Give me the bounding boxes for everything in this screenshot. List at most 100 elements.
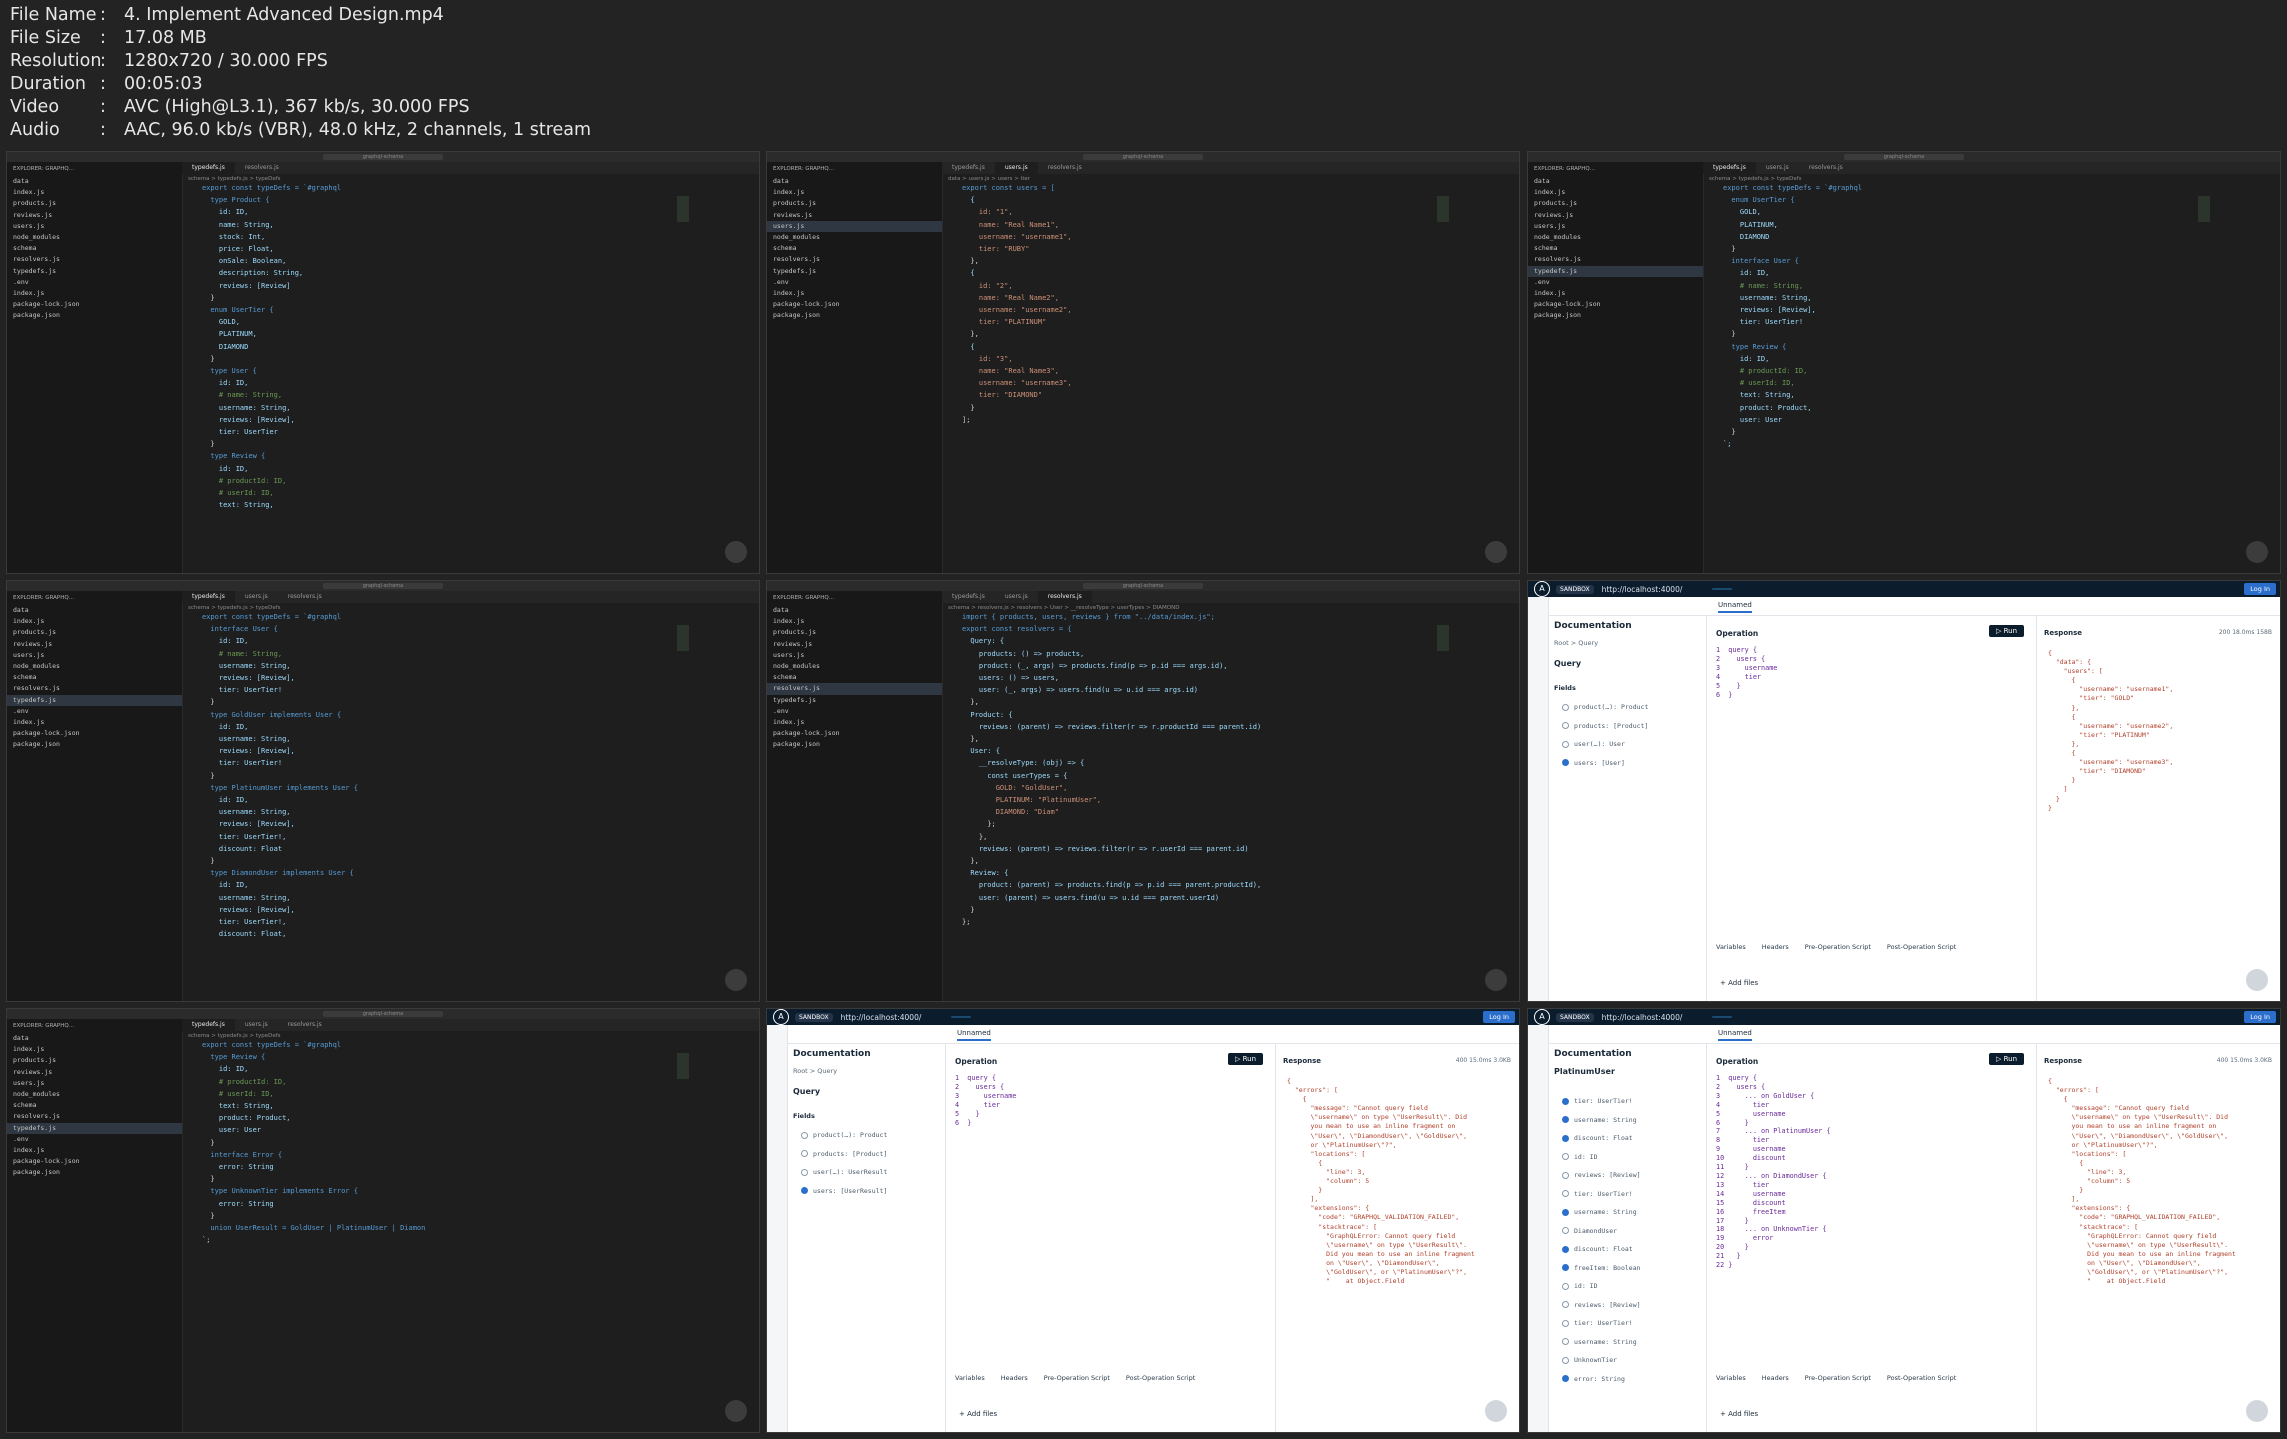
explorer-file[interactable]: package-lock.json <box>7 728 182 739</box>
code-editor[interactable]: import { products, users, reviews } from… <box>962 611 1489 1001</box>
add-files-button[interactable]: + Add files <box>1720 1410 1758 1418</box>
field-checkbox[interactable] <box>1562 1171 1569 1179</box>
variables-tab[interactable]: Pre-Operation Script <box>1044 1374 1110 1382</box>
add-files-button[interactable]: + Add files <box>1720 979 1758 987</box>
editor-tab[interactable]: users.js <box>994 162 1038 174</box>
explorer-file[interactable]: package.json <box>7 1167 182 1178</box>
explorer-file[interactable]: index.js <box>7 616 182 627</box>
command-search[interactable]: graphql-schema <box>1082 154 1204 160</box>
explorer-file[interactable]: reviews.js <box>7 1067 182 1078</box>
endpoint-url[interactable]: http://localhost:4000/ <box>1602 1013 1683 1022</box>
field-checkbox[interactable] <box>1562 1338 1569 1346</box>
explorer-file[interactable]: typedefs.js <box>7 694 182 706</box>
run-button[interactable]: ▷ Run <box>1227 1053 1263 1065</box>
doc-field[interactable]: user(…): UserResult <box>801 1163 945 1182</box>
update-button[interactable] <box>1712 588 1733 590</box>
command-search[interactable]: graphql-schema <box>322 1011 444 1017</box>
explorer-file[interactable]: node_modules <box>7 1089 182 1100</box>
command-search[interactable]: graphql-schema <box>1843 154 1965 160</box>
explorer-file[interactable]: package-lock.json <box>1528 299 1703 310</box>
editor-tab[interactable]: resolvers.js <box>1037 591 1092 603</box>
command-search[interactable]: graphql-schema <box>322 154 444 160</box>
explorer-file[interactable]: package.json <box>7 739 182 750</box>
explorer-file[interactable]: index.js <box>767 717 942 728</box>
tab-unnamed[interactable]: Unnamed <box>1718 1029 1752 1041</box>
explorer-file[interactable]: package.json <box>7 310 182 321</box>
field-checkbox[interactable] <box>1562 1356 1569 1364</box>
editor-tab[interactable]: typedefs.js <box>182 162 235 174</box>
explorer-file[interactable]: products.js <box>7 1055 182 1066</box>
doc-field[interactable]: product(…): Product <box>1562 698 1706 717</box>
editor-tab[interactable]: resolvers.js <box>1038 162 1092 174</box>
update-button[interactable] <box>951 1016 972 1018</box>
explorer-file[interactable]: schema <box>7 1100 182 1111</box>
doc-field[interactable]: tier: UserTier! <box>1562 1314 1706 1333</box>
variables-tab[interactable]: Post-Operation Script <box>1126 1374 1195 1382</box>
explorer-file[interactable]: schema <box>7 243 182 254</box>
login-button[interactable]: Log In <box>1483 1011 1515 1023</box>
explorer-file[interactable]: index.js <box>7 187 182 198</box>
explorer-file[interactable]: package-lock.json <box>7 299 182 310</box>
explorer-file[interactable]: schema <box>767 243 942 254</box>
code-editor[interactable]: export const typeDefs = `#graphql enum U… <box>1723 182 2250 573</box>
explorer-file[interactable]: data <box>767 605 942 616</box>
field-checkbox[interactable] <box>1562 1319 1569 1327</box>
field-checkbox[interactable] <box>1562 1375 1569 1383</box>
doc-field[interactable]: id: ID <box>1562 1277 1706 1296</box>
field-checkbox[interactable] <box>1562 1208 1569 1216</box>
tab-unnamed[interactable]: Unnamed <box>1718 601 1752 613</box>
explorer-file[interactable]: package.json <box>767 739 942 750</box>
variables-tab[interactable]: Headers <box>1001 1374 1028 1382</box>
explorer-file[interactable]: users.js <box>767 650 942 661</box>
doc-field[interactable]: users: [User] <box>1562 754 1706 773</box>
variables-tab[interactable]: Variables <box>1716 943 1746 951</box>
explorer-file[interactable]: index.js <box>7 717 182 728</box>
field-checkbox[interactable] <box>1562 1097 1569 1105</box>
explorer-file[interactable]: node_modules <box>767 232 942 243</box>
explorer-file[interactable]: typedefs.js <box>767 266 942 277</box>
editor-tab[interactable]: resolvers.js <box>278 1019 332 1031</box>
explorer-file[interactable]: typedefs.js <box>7 266 182 277</box>
editor-tab[interactable]: users.js <box>1756 162 1799 174</box>
explorer-file[interactable]: .env <box>7 277 182 288</box>
update-button[interactable] <box>1712 1016 1733 1018</box>
explorer-file[interactable]: index.js <box>7 288 182 299</box>
command-search[interactable]: graphql-schema <box>1082 583 1204 589</box>
field-checkbox[interactable] <box>1562 1116 1569 1124</box>
field-checkbox[interactable] <box>1562 740 1569 748</box>
doc-field[interactable]: discount: Float <box>1562 1240 1706 1259</box>
explorer-file[interactable]: users.js <box>7 1078 182 1089</box>
explorer-file[interactable]: data <box>1528 176 1703 187</box>
explorer-file[interactable]: typedefs.js <box>767 695 942 706</box>
field-checkbox[interactable] <box>801 1150 808 1158</box>
explorer-file[interactable]: resolvers.js <box>767 254 942 265</box>
doc-field[interactable]: product(…): Product <box>801 1126 945 1145</box>
explorer-file[interactable]: package-lock.json <box>767 299 942 310</box>
field-checkbox[interactable] <box>1562 1301 1569 1309</box>
field-checkbox[interactable] <box>801 1131 808 1139</box>
field-checkbox[interactable] <box>1562 759 1569 767</box>
explorer-file[interactable]: .env <box>7 706 182 717</box>
explorer-file[interactable]: resolvers.js <box>7 1111 182 1122</box>
editor-tab[interactable]: typedefs.js <box>1703 162 1756 174</box>
explorer-file[interactable]: products.js <box>767 198 942 209</box>
explorer-file[interactable]: reviews.js <box>7 639 182 650</box>
endpoint-url[interactable]: http://localhost:4000/ <box>1602 585 1683 594</box>
explorer-file[interactable]: data <box>7 605 182 616</box>
field-checkbox[interactable] <box>1562 1153 1569 1161</box>
doc-field[interactable]: UnknownTier <box>1562 1351 1706 1370</box>
variables-tab[interactable]: Headers <box>1762 943 1789 951</box>
explorer-file[interactable]: schema <box>767 672 942 683</box>
explorer-file[interactable]: products.js <box>7 198 182 209</box>
field-checkbox[interactable] <box>1562 703 1569 711</box>
field-checkbox[interactable] <box>1562 722 1569 730</box>
explorer-file[interactable]: node_modules <box>7 232 182 243</box>
explorer-file[interactable]: users.js <box>1528 221 1703 232</box>
editor-tab[interactable]: users.js <box>235 1019 278 1031</box>
editor-tab[interactable]: resolvers.js <box>278 591 332 603</box>
field-checkbox[interactable] <box>1562 1134 1569 1142</box>
field-checkbox[interactable] <box>1562 1227 1569 1235</box>
variables-tab[interactable]: Post-Operation Script <box>1887 943 1956 951</box>
doc-field[interactable]: tier: UserTier! <box>1562 1185 1706 1204</box>
explorer-file[interactable]: products.js <box>767 627 942 638</box>
